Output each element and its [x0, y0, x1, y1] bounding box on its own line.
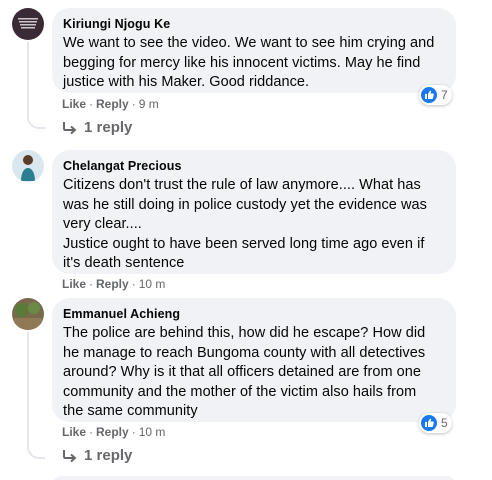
replies-count-label: 1 reply	[84, 447, 133, 464]
comment-bubble: Kiriungi Njogu Ke We want to see the vid…	[52, 8, 456, 93]
comment-timestamp[interactable]: 9 m	[139, 97, 159, 111]
comment-author[interactable]: Emmanuel Achieng	[63, 306, 444, 322]
reaction-count: 7	[441, 88, 448, 102]
comment-text: We want to see the video. We want to see…	[63, 35, 435, 90]
reply-button[interactable]: Reply	[96, 425, 129, 439]
comment-bubble: Emmanuel Achieng The police are behind t…	[52, 298, 456, 422]
comment-text: Citizens don't trust the rule of law any…	[63, 177, 427, 271]
avatar[interactable]	[12, 8, 44, 40]
view-replies-button[interactable]: 1 reply	[62, 446, 132, 466]
like-button[interactable]: Like	[62, 97, 86, 111]
thumbs-up-icon	[421, 87, 437, 103]
like-button[interactable]: Like	[62, 277, 86, 291]
reaction-badge[interactable]: 7	[419, 85, 452, 105]
reply-button[interactable]: Reply	[96, 277, 129, 291]
comment-author[interactable]: Kiriungi Njogu Ke	[63, 16, 444, 32]
profile-picture-icon	[12, 298, 44, 330]
comment-text: The police are behind this, how did he e…	[63, 325, 426, 419]
replies-count-label: 1 reply	[84, 119, 133, 136]
comment-timestamp[interactable]: 10 m	[139, 277, 166, 291]
comment-timestamp[interactable]: 10 m	[139, 425, 166, 439]
avatar[interactable]	[12, 150, 44, 182]
comment-bubble	[52, 476, 456, 480]
thread-connector	[27, 441, 45, 459]
like-button[interactable]: Like	[62, 425, 86, 439]
thread-connector	[27, 111, 45, 129]
comment-actions: Like · Reply · 10 m	[62, 277, 166, 291]
thread-line	[27, 42, 29, 112]
profile-picture-icon	[12, 8, 44, 40]
reply-arrow-icon	[63, 450, 77, 463]
comment-bubble: Chelangat Precious Citizens don't trust …	[52, 150, 456, 274]
reaction-count: 5	[441, 416, 448, 430]
comment-author[interactable]: Chelangat Precious	[63, 158, 444, 174]
reaction-badge[interactable]: 5	[419, 413, 452, 433]
thread-line	[27, 332, 29, 442]
reply-button[interactable]: Reply	[96, 97, 129, 111]
profile-picture-icon	[12, 150, 44, 182]
comment-actions: Like · Reply · 10 m	[62, 425, 166, 439]
reply-arrow-icon	[63, 122, 77, 135]
comment-actions: Like · Reply · 9 m	[62, 97, 159, 111]
thumbs-up-icon	[421, 415, 437, 431]
avatar[interactable]	[12, 298, 44, 330]
view-replies-button[interactable]: 1 reply	[62, 118, 132, 138]
